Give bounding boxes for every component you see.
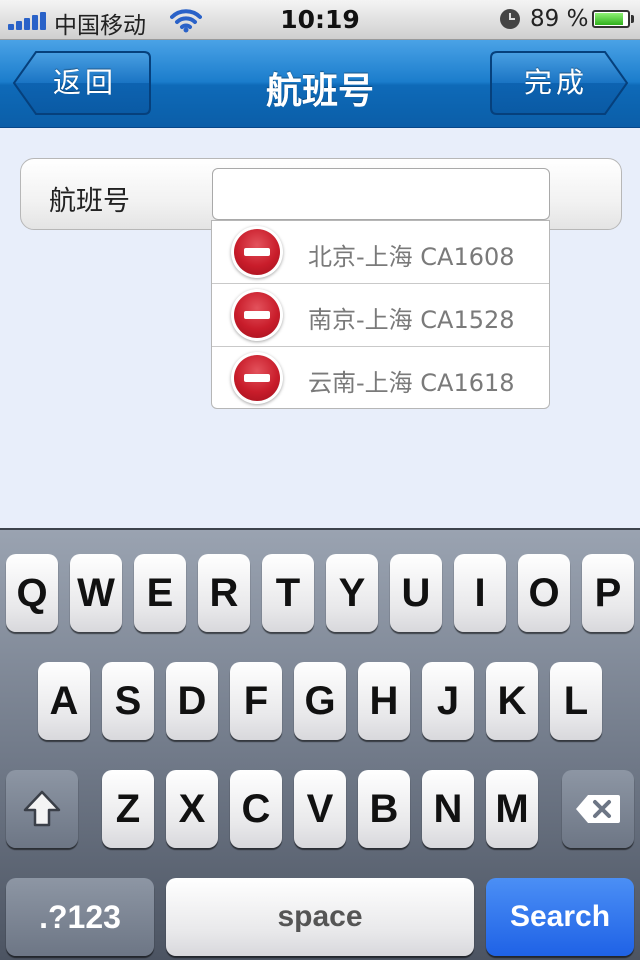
battery-percent: 89 % (530, 6, 589, 32)
key-h[interactable]: H (358, 662, 410, 740)
key-u[interactable]: U (390, 554, 442, 632)
numbers-key[interactable]: .?123 (6, 878, 154, 956)
flight-history-dropdown: 北京-上海 CA1608 南京-上海 CA1528 云南-上海 CA1618 (211, 220, 550, 409)
key-d[interactable]: D (166, 662, 218, 740)
key-t[interactable]: T (262, 554, 314, 632)
key-m[interactable]: M (486, 770, 538, 848)
navigation-bar: 返回 航班号 完成 (0, 40, 640, 128)
key-a[interactable]: A (38, 662, 90, 740)
keyboard: Q W E R T Y U I O P A S D F G H J K L Z … (0, 528, 640, 960)
key-q[interactable]: Q (6, 554, 58, 632)
alarm-clock-icon (500, 9, 520, 29)
key-v[interactable]: V (294, 770, 346, 848)
backspace-icon (576, 795, 620, 823)
battery-level (595, 13, 624, 25)
list-item[interactable]: 南京-上海 CA1528 (212, 284, 549, 347)
status-bar: 中国移动 10:19 89 % (0, 0, 640, 40)
shift-key[interactable] (6, 770, 78, 848)
key-r[interactable]: R (198, 554, 250, 632)
key-i[interactable]: I (454, 554, 506, 632)
search-key[interactable]: Search (486, 878, 634, 956)
key-n[interactable]: N (422, 770, 474, 848)
key-e[interactable]: E (134, 554, 186, 632)
delete-icon[interactable] (234, 229, 280, 275)
shift-arrow-icon (23, 790, 61, 827)
list-item[interactable]: 云南-上海 CA1618 (212, 347, 549, 410)
key-k[interactable]: K (486, 662, 538, 740)
space-key[interactable]: space (166, 878, 474, 956)
delete-icon[interactable] (234, 355, 280, 401)
key-o[interactable]: O (518, 554, 570, 632)
key-w[interactable]: W (70, 554, 122, 632)
key-y[interactable]: Y (326, 554, 378, 632)
key-g[interactable]: G (294, 662, 346, 740)
list-item-text: 南京-上海 CA1528 (308, 306, 515, 334)
key-j[interactable]: J (422, 662, 474, 740)
battery-icon (592, 10, 634, 28)
key-z[interactable]: Z (102, 770, 154, 848)
list-item[interactable]: 北京-上海 CA1608 (212, 221, 549, 284)
key-s[interactable]: S (102, 662, 154, 740)
done-button-label: 完成 (523, 66, 588, 99)
list-item-text: 云南-上海 CA1618 (308, 369, 515, 397)
key-x[interactable]: X (166, 770, 218, 848)
flight-number-input[interactable] (212, 168, 550, 220)
list-item-text: 北京-上海 CA1608 (308, 243, 515, 271)
flight-number-label: 航班号 (49, 186, 130, 217)
done-button[interactable]: 完成 (489, 50, 629, 116)
key-c[interactable]: C (230, 770, 282, 848)
backspace-key[interactable] (562, 770, 634, 848)
key-l[interactable]: L (550, 662, 602, 740)
key-p[interactable]: P (582, 554, 634, 632)
key-b[interactable]: B (358, 770, 410, 848)
key-f[interactable]: F (230, 662, 282, 740)
delete-icon[interactable] (234, 292, 280, 338)
